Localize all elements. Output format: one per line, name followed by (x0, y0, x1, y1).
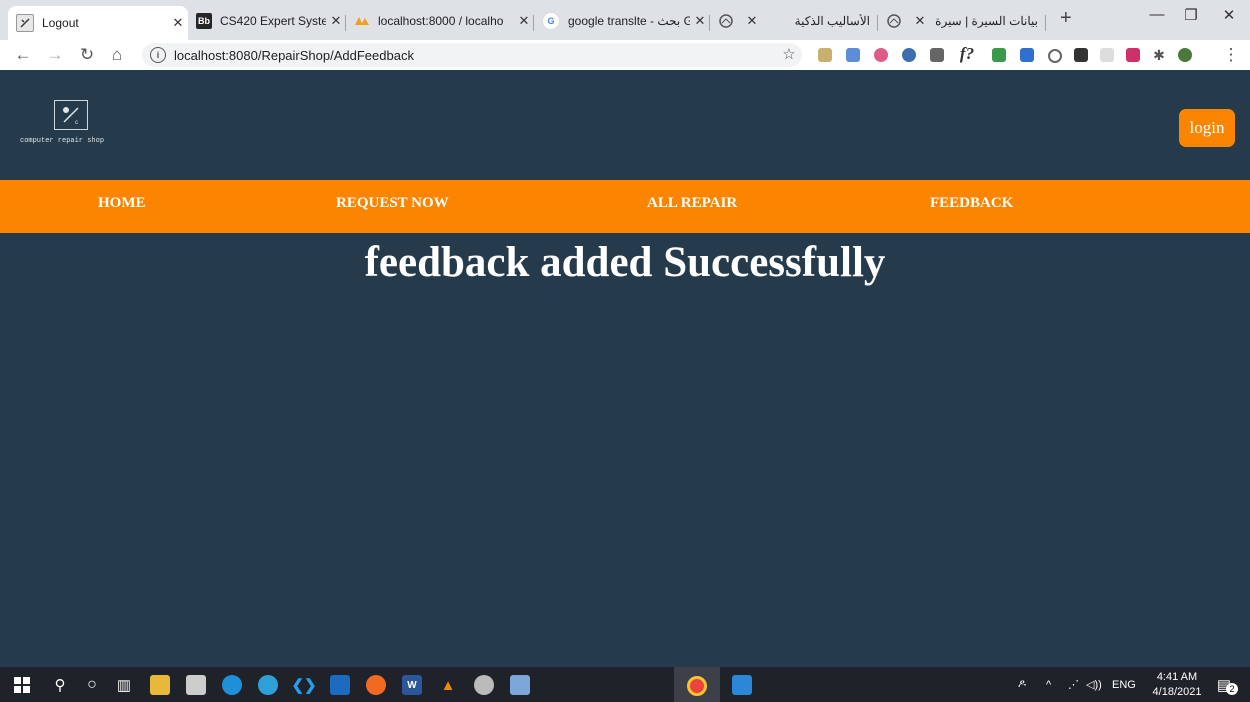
close-tab-icon[interactable]: ✕ (742, 13, 762, 29)
nav-feedback[interactable]: FEEDBACK (930, 195, 1013, 212)
new-tab-button[interactable]: + (1060, 8, 1072, 28)
browser-toolbar: ← → ↻ ⌂ i localhost:8080/RepairShop/AddF… (0, 40, 1250, 71)
bookmark-star-icon[interactable]: ☆ (778, 44, 800, 66)
chevron-up-icon[interactable]: ^ (1046, 679, 1068, 691)
repair-shop-favicon-icon (16, 14, 34, 32)
volume-icon[interactable]: ◁)) (1086, 678, 1108, 691)
virtualbox-icon[interactable] (330, 675, 350, 695)
edge-icon[interactable] (258, 675, 278, 695)
shop-logo-icon[interactable]: c (54, 100, 88, 130)
photos-icon[interactable] (732, 675, 752, 695)
home-icon[interactable]: ⌂ (106, 44, 128, 66)
cortana-icon[interactable]: ○ (82, 675, 102, 695)
disk-icon[interactable] (474, 675, 494, 695)
close-tab-icon[interactable]: ✕ (326, 13, 346, 29)
browser-tab-strip: Logout ✕ Bb CS420 Expert Systems - ✕ loc… (0, 0, 1250, 40)
people-icon[interactable]: ዶ (1018, 678, 1040, 691)
extension-icon[interactable] (1126, 48, 1140, 62)
language-indicator[interactable]: ENG (1112, 679, 1136, 691)
success-message: feedback added Successfully (364, 239, 886, 286)
minimize-icon[interactable]: — (1142, 6, 1172, 23)
extension-icon[interactable] (846, 48, 860, 62)
login-button[interactable]: login (1179, 109, 1235, 147)
app-icon[interactable] (222, 675, 242, 695)
extension-icon[interactable] (930, 48, 944, 62)
tab-title: CS420 Expert Systems - (220, 14, 326, 28)
svg-text:c: c (75, 120, 78, 126)
extension-icon[interactable] (1020, 48, 1034, 62)
google-favicon-icon: G (542, 12, 560, 30)
clock-time: 4:41 AM (1156, 671, 1198, 683)
url-text: localhost:8080/RepairShop/AddFeedback (174, 47, 414, 63)
system-tray: ዶ ^ ⋰ ◁)) ENG (1018, 667, 1136, 702)
window-close-icon[interactable]: ✕ (1214, 6, 1244, 24)
word-icon[interactable]: W (402, 675, 422, 695)
close-tab-icon[interactable]: ✕ (690, 13, 710, 29)
browser-menu-icon[interactable]: ⋮ (1220, 44, 1242, 66)
address-bar[interactable]: i localhost:8080/RepairShop/AddFeedback (142, 43, 802, 67)
nav-request-now[interactable]: REQUEST NOW (336, 195, 449, 212)
site-info-icon[interactable]: i (150, 47, 166, 63)
site-header: c computer repair shop login (0, 70, 1250, 180)
windows-start-icon[interactable] (12, 675, 32, 695)
phpmyadmin-favicon-icon (354, 13, 370, 29)
tab-title: localhost:8000 / localho (378, 14, 504, 28)
tab-google-search[interactable]: G google translte - بحث G ✕ (534, 7, 710, 35)
tab-title: بيانات السيرة | سيرة (935, 14, 1038, 28)
extension-icon[interactable] (902, 48, 916, 62)
tab-title: Logout (42, 16, 79, 30)
extension-icon[interactable] (1048, 49, 1062, 63)
file-explorer-icon[interactable] (150, 675, 170, 695)
forward-arrow-icon[interactable]: → (44, 44, 66, 66)
wifi-icon[interactable]: ⋰ (1068, 678, 1086, 691)
globe-favicon-icon (886, 13, 902, 29)
tab-cs420[interactable]: Bb CS420 Expert Systems - ✕ (188, 7, 346, 35)
chrome-icon[interactable] (687, 676, 707, 696)
nav-home[interactable]: HOME (98, 195, 146, 212)
extensions-puzzle-icon[interactable]: ✱ (1148, 44, 1170, 66)
close-tab-icon[interactable]: ✕ (910, 13, 930, 29)
formula-extension-icon[interactable]: f? (956, 43, 978, 65)
tab-phpmyadmin[interactable]: localhost:8000 / localho ✕ (346, 7, 534, 35)
back-arrow-icon[interactable]: ← (12, 44, 34, 66)
search-icon[interactable]: ⚲ (50, 675, 70, 695)
cleanup-icon[interactable] (510, 675, 530, 695)
profile-avatar-icon[interactable] (1178, 48, 1192, 62)
store-icon[interactable] (186, 675, 206, 695)
restore-icon[interactable]: ❐ (1176, 6, 1206, 24)
globe-favicon-icon (718, 13, 734, 29)
extension-icon[interactable] (818, 48, 832, 62)
nav-all-repair[interactable]: ALL REPAIR (647, 195, 737, 212)
notification-count-badge: 2 (1226, 683, 1238, 695)
tab-arabic-1[interactable]: ✕ الأساليب الذكية (710, 7, 878, 35)
extension-icon[interactable] (1074, 48, 1088, 62)
reload-icon[interactable]: ↻ (76, 44, 98, 66)
windows-taskbar: ⚲ ○ ▥ ❮❯ W ▲ ዶ ^ ⋰ ◁)) ENG 4:41 AM 4/18/… (0, 667, 1250, 702)
shop-logo-text: computer repair shop (20, 137, 105, 145)
close-tab-icon[interactable]: ✕ (514, 13, 534, 29)
extension-icon[interactable] (874, 48, 888, 62)
close-tab-icon[interactable]: ✕ (168, 15, 188, 31)
taskbar-clock[interactable]: 4:41 AM 4/18/2021 (1150, 670, 1204, 700)
task-view-icon[interactable]: ▥ (114, 675, 134, 695)
tab-logout[interactable]: Logout ✕ (8, 6, 188, 40)
tab-title: google translte - بحث G (568, 14, 690, 28)
tab-arabic-2[interactable]: ✕ بيانات السيرة | سيرة (878, 7, 1046, 35)
vlc-icon[interactable]: ▲ (438, 675, 458, 695)
tab-title: الأساليب الذكية (794, 14, 870, 28)
blackboard-favicon-icon: Bb (196, 13, 212, 29)
clock-date: 4/18/2021 (1152, 686, 1202, 698)
extension-icon[interactable] (1100, 48, 1114, 62)
firefox-icon[interactable] (366, 675, 386, 695)
extension-icon[interactable] (992, 48, 1006, 62)
main-navbar: HOME REQUEST NOW ALL REPAIR FEEDBACK (0, 180, 1250, 233)
vscode-icon[interactable]: ❮❯ (291, 675, 316, 695)
